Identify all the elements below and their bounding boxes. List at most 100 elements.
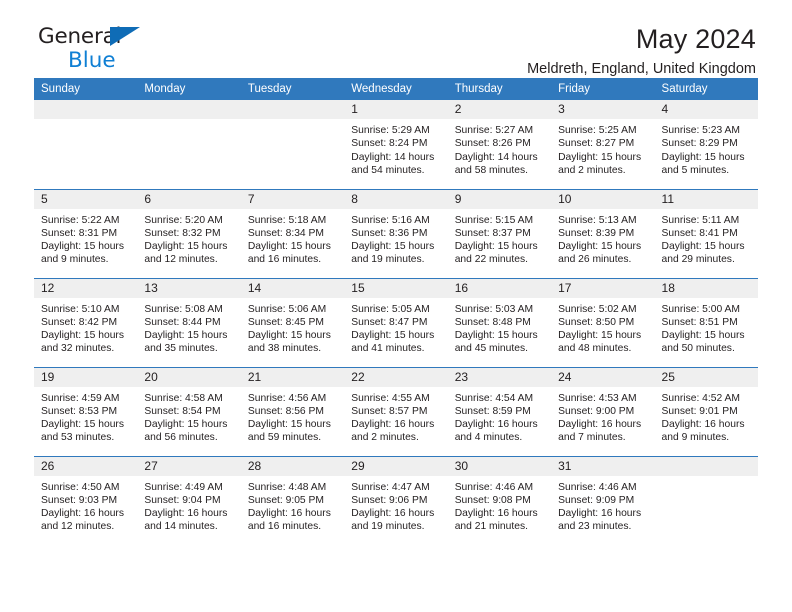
daylight-text-line1: Daylight: 15 hours xyxy=(247,241,331,253)
weekday-header-tuesday: Tuesday xyxy=(240,78,345,100)
calendar-week-row: 1 Sunrise: 5:29 AM Sunset: 8:24 PM Daylight… xyxy=(34,100,758,189)
sunset-text: Sunset: 9:05 PM xyxy=(247,494,324,506)
calendar-day-cell[interactable]: 14 Sunrise: 5:06 AM Sunset: 8:45 PM Dayligh… xyxy=(240,277,345,367)
calendar-day-cell[interactable]: 18 Sunrise: 5:00 AM Sunset: 8:51 PM Dayligh… xyxy=(654,277,758,367)
daylight-text-line2: and 29 minutes. xyxy=(661,254,735,266)
logo-text-blue: Blue xyxy=(68,47,116,73)
day-details: Sunrise: 4:52 AM Sunset: 9:01 PM Daylight:… xyxy=(655,387,758,445)
sunrise-text: Sunrise: 5:15 AM xyxy=(454,214,534,226)
calendar-day-cell[interactable]: 29 Sunrise: 4:47 AM Sunset: 9:06 PM Dayligh… xyxy=(344,455,448,545)
day-details: Sunrise: 5:18 AM Sunset: 8:34 PM Daylight:… xyxy=(241,209,344,267)
day-number: 2 xyxy=(447,100,552,119)
day-number: 15 xyxy=(344,278,448,298)
calendar-day-cell[interactable]: 4 Sunrise: 5:23 AM Sunset: 8:29 PM Daylight… xyxy=(654,100,758,189)
day-details: Sunrise: 4:58 AM Sunset: 8:54 PM Daylight:… xyxy=(137,387,240,445)
calendar-empty-cell xyxy=(240,100,345,189)
day-number: 7 xyxy=(240,189,345,209)
calendar-day-cell[interactable]: 3 Sunrise: 5:25 AM Sunset: 8:27 PM Daylight… xyxy=(551,100,655,189)
sunset-text: Sunset: 8:26 PM xyxy=(454,138,531,150)
day-number: 23 xyxy=(447,367,552,387)
calendar-day-cell[interactable]: 13 Sunrise: 5:08 AM Sunset: 8:44 PM Dayligh… xyxy=(137,277,241,367)
sunset-text: Sunset: 8:41 PM xyxy=(661,227,738,239)
sunrise-text: Sunrise: 5:13 AM xyxy=(558,214,637,226)
day-details: Sunrise: 5:05 AM Sunset: 8:47 PM Daylight:… xyxy=(344,298,447,356)
daylight-text-line2: and 54 minutes. xyxy=(351,164,425,176)
day-number xyxy=(137,100,241,119)
daylight-text-line1: Daylight: 15 hours xyxy=(144,419,228,431)
day-number: 25 xyxy=(654,367,758,387)
daylight-text-line2: and 38 minutes. xyxy=(247,343,322,355)
sunset-text: Sunset: 8:39 PM xyxy=(558,227,635,239)
daylight-text-line2: and 45 minutes. xyxy=(454,343,528,355)
daylight-text-line2: and 19 minutes. xyxy=(351,254,425,266)
calendar-day-cell[interactable]: 24 Sunrise: 4:53 AM Sunset: 9:00 PM Dayligh… xyxy=(551,366,655,456)
daylight-text-line2: and 16 minutes. xyxy=(247,254,322,266)
day-number: 5 xyxy=(34,189,138,209)
calendar-day-cell[interactable]: 2 Sunrise: 5:27 AM Sunset: 8:26 PM Daylight… xyxy=(447,100,552,189)
daylight-text-line2: and 2 minutes. xyxy=(351,432,419,444)
daylight-text-line1: Daylight: 16 hours xyxy=(351,419,435,431)
day-number: 26 xyxy=(34,456,138,476)
day-number: 31 xyxy=(551,456,655,476)
calendar-day-cell[interactable]: 8 Sunrise: 5:16 AM Sunset: 8:36 PM Daylight… xyxy=(344,188,448,278)
calendar-day-cell[interactable]: 11 Sunrise: 5:11 AM Sunset: 8:41 PM Dayligh… xyxy=(654,188,758,278)
daylight-text-line2: and 9 minutes. xyxy=(41,254,109,266)
calendar-day-cell[interactable]: 30 Sunrise: 4:46 AM Sunset: 9:08 PM Dayligh… xyxy=(447,455,552,545)
calendar-day-cell[interactable]: 12 Sunrise: 5:10 AM Sunset: 8:42 PM Dayligh… xyxy=(34,277,138,367)
calendar-day-cell[interactable]: 26 Sunrise: 4:50 AM Sunset: 9:03 PM Dayligh… xyxy=(34,455,138,545)
daylight-text-line2: and 58 minutes. xyxy=(454,164,528,176)
sunrise-text: Sunrise: 5:16 AM xyxy=(351,214,430,226)
sunset-text: Sunset: 9:09 PM xyxy=(558,494,635,506)
day-details: Sunrise: 5:23 AM Sunset: 8:29 PM Daylight:… xyxy=(655,119,758,177)
calendar-day-cell[interactable]: 17 Sunrise: 5:02 AM Sunset: 8:50 PM Dayligh… xyxy=(551,277,655,367)
calendar-day-cell[interactable]: 22 Sunrise: 4:55 AM Sunset: 8:57 PM Dayligh… xyxy=(344,366,448,456)
sunrise-text: Sunrise: 5:20 AM xyxy=(144,214,223,226)
calendar-day-cell[interactable]: 23 Sunrise: 4:54 AM Sunset: 8:59 PM Dayligh… xyxy=(447,366,552,456)
daylight-text-line1: Daylight: 16 hours xyxy=(247,508,331,520)
calendar-day-cell[interactable]: 5 Sunrise: 5:22 AM Sunset: 8:31 PM Daylight… xyxy=(34,188,138,278)
logo-text-general: General xyxy=(38,24,122,49)
day-number: 14 xyxy=(240,278,345,298)
daylight-text-line2: and 23 minutes. xyxy=(558,521,632,533)
day-details: Sunrise: 5:08 AM Sunset: 8:44 PM Daylight:… xyxy=(137,298,240,356)
sunrise-text: Sunrise: 4:59 AM xyxy=(41,392,120,404)
day-number: 16 xyxy=(447,278,552,298)
calendar-empty-cell xyxy=(34,100,138,189)
calendar-day-cell[interactable]: 16 Sunrise: 5:03 AM Sunset: 8:48 PM Dayligh… xyxy=(447,277,552,367)
day-details: Sunrise: 4:50 AM Sunset: 9:03 PM Daylight:… xyxy=(34,476,137,534)
calendar-day-cell[interactable]: 15 Sunrise: 5:05 AM Sunset: 8:47 PM Dayligh… xyxy=(344,277,448,367)
day-details: Sunrise: 4:46 AM Sunset: 9:08 PM Daylight:… xyxy=(448,476,551,534)
calendar-day-cell[interactable]: 31 Sunrise: 4:46 AM Sunset: 9:09 PM Dayligh… xyxy=(551,455,655,545)
calendar-day-cell[interactable]: 1 Sunrise: 5:29 AM Sunset: 8:24 PM Daylight… xyxy=(344,100,448,189)
calendar-day-cell[interactable]: 20 Sunrise: 4:58 AM Sunset: 8:54 PM Dayligh… xyxy=(137,366,241,456)
sunrise-text: Sunrise: 5:11 AM xyxy=(661,214,740,226)
calendar-day-cell[interactable]: 6 Sunrise: 5:20 AM Sunset: 8:32 PM Daylight… xyxy=(137,188,241,278)
calendar-day-cell[interactable]: 9 Sunrise: 5:15 AM Sunset: 8:37 PM Daylight… xyxy=(447,188,552,278)
calendar-day-cell[interactable]: 7 Sunrise: 5:18 AM Sunset: 8:34 PM Daylight… xyxy=(240,188,345,278)
calendar-week-row: 12 Sunrise: 5:10 AM Sunset: 8:42 PM Dayligh… xyxy=(34,277,758,367)
day-details: Sunrise: 5:13 AM Sunset: 8:39 PM Daylight:… xyxy=(551,209,654,267)
day-details: Sunrise: 4:47 AM Sunset: 9:06 PM Daylight:… xyxy=(344,476,447,534)
general-blue-logo[interactable]: General Blue xyxy=(38,26,168,74)
calendar-day-cell[interactable]: 21 Sunrise: 4:56 AM Sunset: 8:56 PM Dayligh… xyxy=(240,366,345,456)
calendar-day-cell[interactable]: 28 Sunrise: 4:48 AM Sunset: 9:05 PM Dayligh… xyxy=(240,455,345,545)
sunset-text: Sunset: 9:04 PM xyxy=(144,494,221,506)
sunset-text: Sunset: 9:03 PM xyxy=(41,494,118,506)
daylight-text-line2: and 22 minutes. xyxy=(454,254,528,266)
daylight-text-line1: Daylight: 16 hours xyxy=(661,419,745,431)
day-details: Sunrise: 5:11 AM Sunset: 8:41 PM Daylight:… xyxy=(655,209,758,267)
daylight-text-line1: Daylight: 15 hours xyxy=(351,241,435,253)
daylight-text-line1: Daylight: 15 hours xyxy=(41,241,124,253)
sunset-text: Sunset: 8:24 PM xyxy=(351,138,428,150)
daylight-text-line1: Daylight: 16 hours xyxy=(454,419,538,431)
sunrise-text: Sunrise: 4:52 AM xyxy=(661,392,740,404)
calendar-day-cell[interactable]: 10 Sunrise: 5:13 AM Sunset: 8:39 PM Dayligh… xyxy=(551,188,655,278)
sunset-text: Sunset: 8:45 PM xyxy=(247,316,324,328)
sunrise-text: Sunrise: 5:27 AM xyxy=(454,125,534,136)
calendar-week-row: 26 Sunrise: 4:50 AM Sunset: 9:03 PM Dayligh… xyxy=(34,455,758,545)
calendar-day-cell[interactable]: 27 Sunrise: 4:49 AM Sunset: 9:04 PM Dayligh… xyxy=(137,455,241,545)
calendar-day-cell[interactable]: 25 Sunrise: 4:52 AM Sunset: 9:01 PM Dayligh… xyxy=(654,366,758,456)
sunset-text: Sunset: 8:50 PM xyxy=(558,316,635,328)
calendar-day-cell[interactable]: 19 Sunrise: 4:59 AM Sunset: 8:53 PM Dayligh… xyxy=(34,366,138,456)
daylight-text-line2: and 35 minutes. xyxy=(144,343,218,355)
